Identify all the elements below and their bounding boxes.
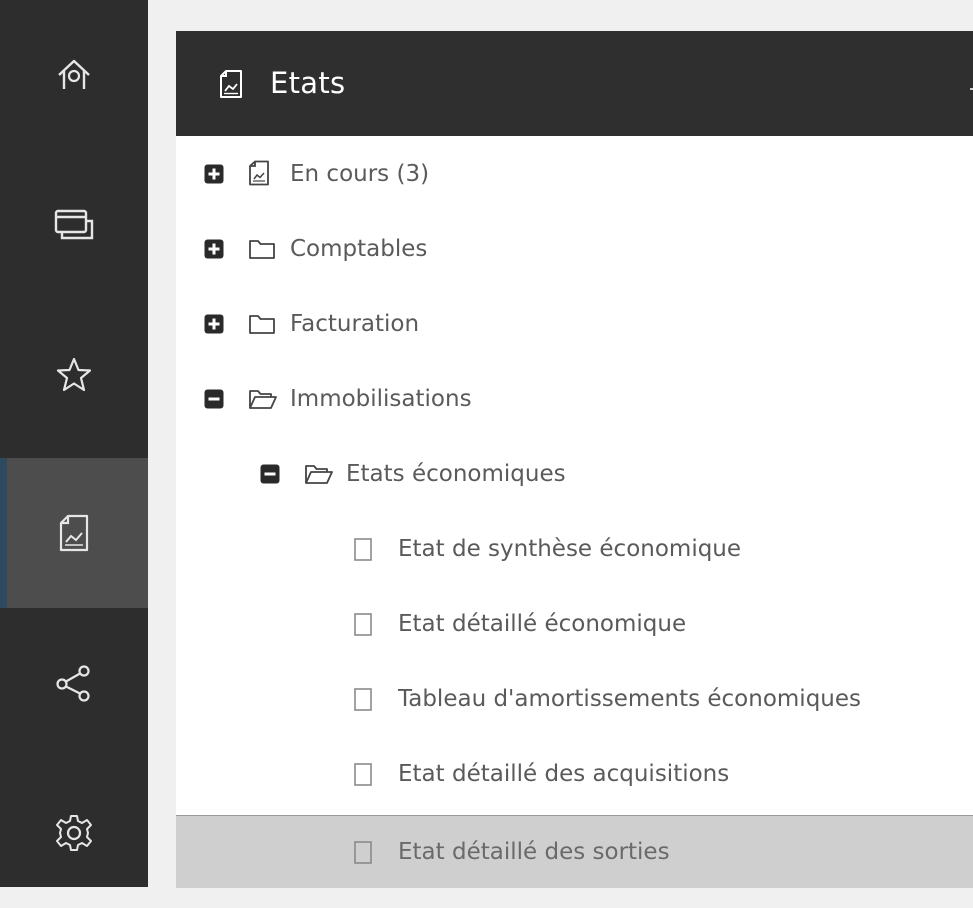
folder-open-icon [249,390,277,409]
tree-row-label: Etat détaillé des sorties [398,839,670,865]
sidebar-item-share[interactable] [0,608,148,758]
gear-icon [56,815,92,851]
page-title: Etats [270,66,346,100]
tree-row[interactable]: Etat de synthèse économique [176,513,973,585]
reports-panel: Etats En cours (3) Comptables Facturation I… [176,31,973,888]
collapse-icon[interactable] [204,389,224,409]
report-icon [220,70,242,98]
document-icon [354,613,372,636]
panel-header: Etats [176,31,973,136]
tree-row[interactable]: Tableau d'amortissements économiques [176,663,973,735]
tree-row-label: Etat détaillé des acquisitions [398,761,730,787]
tree-row[interactable]: Etat détaillé économique [176,588,973,660]
share-icon [56,665,90,702]
tree-row-label: Etat de synthèse économique [398,536,742,562]
tree-row-label: Immobilisations [290,386,472,412]
tree-row-label: Etats économiques [346,461,566,487]
sidebar-item-favorites[interactable] [0,300,148,450]
expand-icon[interactable] [204,164,224,184]
document-icon [354,688,372,711]
tree-row-label: Comptables [290,236,428,262]
windows-icon [54,209,94,240]
star-icon [56,357,92,392]
tree-row[interactable]: En cours (3) [176,138,973,210]
sidebar-item-reports[interactable] [0,458,148,608]
tree-row[interactable]: Etats économiques [176,438,973,510]
document-icon [354,841,372,864]
tree-row-label: Etat détaillé économique [398,611,687,637]
document-icon [354,763,372,786]
collapse-icon[interactable] [260,464,280,484]
folder-icon [249,315,275,334]
tree-row[interactable]: Etat détaillé des sorties [176,815,973,888]
sidebar-item-home[interactable] [0,0,148,150]
sidebar-item-settings[interactable] [0,758,148,908]
document-icon [354,538,372,561]
tree-row[interactable]: Etat détaillé des acquisitions [176,738,973,810]
sidebar [0,0,148,887]
folder-open-icon [305,465,333,484]
folder-icon [249,240,275,259]
expand-icon[interactable] [204,239,224,259]
tree-row[interactable]: Immobilisations [176,363,973,435]
tree-row[interactable]: Comptables [176,213,973,285]
sidebar-item-windows[interactable] [0,150,148,300]
tree-row-label: Tableau d'amortissements économiques [398,686,861,712]
tree-row[interactable]: Facturation [176,288,973,360]
report-icon [59,514,89,552]
tree-row-label: Facturation [290,311,420,337]
expand-icon[interactable] [204,314,224,334]
home-icon [58,59,90,89]
report-icon [249,160,269,186]
tree-row-label: En cours (3) [290,161,430,187]
